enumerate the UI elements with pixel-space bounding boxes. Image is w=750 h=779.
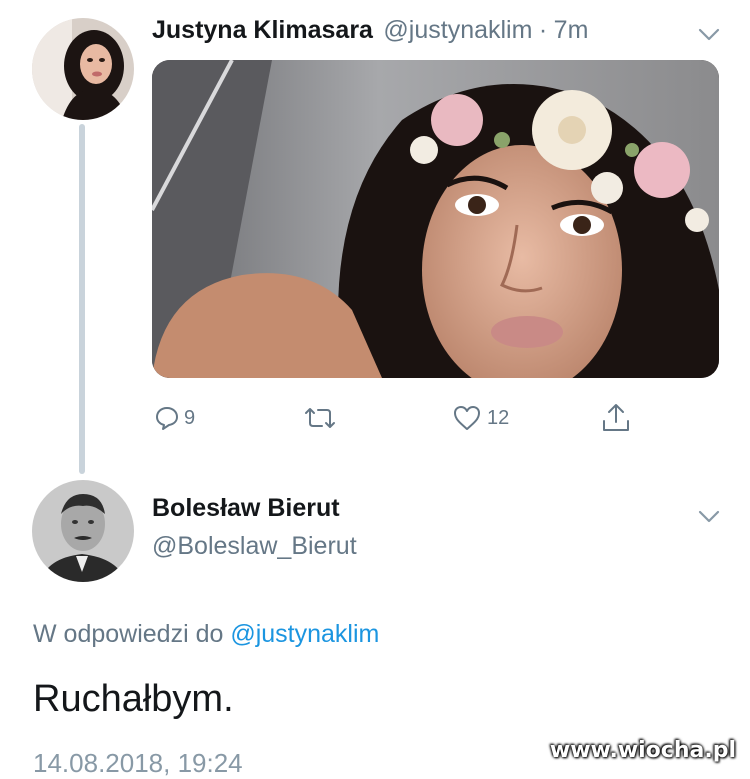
menu-chevron-icon[interactable] [698, 510, 720, 524]
author-handle[interactable]: @justynaklim [383, 16, 532, 44]
reply-icon [156, 407, 178, 430]
tweet-time[interactable]: 7m [554, 16, 589, 44]
reply-author-avatar[interactable] [32, 480, 134, 582]
retweet-action[interactable] [302, 400, 338, 436]
replying-to-mention[interactable]: @justynaklim [230, 620, 379, 648]
avatar-photo [32, 18, 134, 120]
replying-to-prefix: W odpowiedzi do [33, 620, 224, 648]
reply-count: 9 [184, 406, 196, 429]
replying-to-line: W odpowiedzi do @justynaklim [33, 620, 379, 649]
reply-tweet-text: Ruchałbym. [33, 678, 234, 720]
share-action[interactable] [600, 400, 632, 436]
tweet-photo[interactable] [152, 60, 719, 378]
like-action[interactable]: 12 [452, 400, 509, 436]
retweet-icon [305, 408, 335, 428]
like-count: 12 [487, 406, 510, 429]
author-avatar[interactable] [32, 18, 134, 120]
author-name[interactable]: Justyna Klimasara [152, 16, 373, 44]
reply-timestamp[interactable]: 14.08.2018, 19:24 [33, 748, 243, 779]
reply-author-name[interactable]: Bolesław Bierut [152, 494, 340, 523]
avatar-photo [32, 480, 134, 582]
watermark: www.wiocha.pl [549, 738, 736, 763]
menu-chevron-icon[interactable] [698, 28, 720, 42]
reply-author-handle[interactable]: @Boleslaw_Bierut [152, 532, 357, 561]
like-icon [454, 406, 480, 430]
reply-action[interactable]: 9 [154, 400, 195, 436]
share-icon [603, 404, 629, 431]
thread-line [79, 124, 85, 474]
selfie-image [152, 60, 719, 378]
separator-dot: · [538, 16, 548, 44]
tweet-header: Justyna Klimasara @justynaklim · 7m [152, 16, 588, 45]
